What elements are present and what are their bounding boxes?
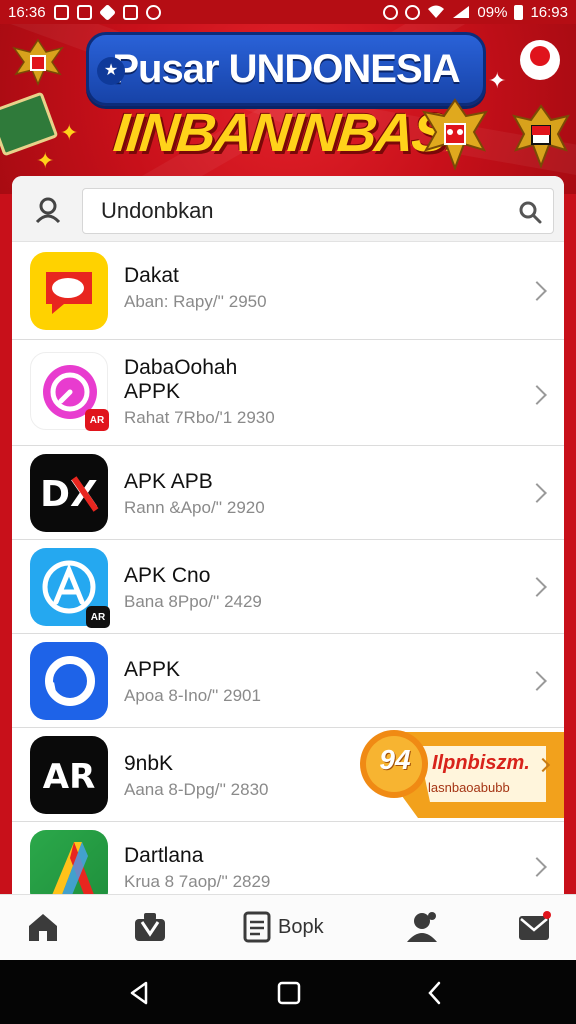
search-row: Undonbkan (12, 176, 564, 242)
app-name: APK Cno (124, 564, 211, 587)
app-meta: Aana 8-Dpg/'' 2830 (124, 780, 269, 799)
calendar-notification-icon (76, 4, 92, 20)
nav-profile[interactable] (404, 907, 440, 947)
promo-sub: lasnbaoabubb (428, 780, 510, 795)
ar-badge-icon: AR (86, 606, 110, 628)
ar-icon: AR (30, 736, 108, 814)
home-square-icon[interactable] (276, 980, 302, 1006)
banner-title-pill: ★ Pusar UNDONESIA (86, 32, 486, 106)
garuda-emblem-icon (421, 98, 489, 171)
app-meta: Rann &Apo/'' 2920 (124, 498, 265, 517)
message-notification-icon (122, 4, 138, 20)
home-icon (29, 914, 57, 941)
chat-bubble-icon (30, 252, 108, 330)
ring-icon (30, 642, 108, 720)
gallery-notification-icon (53, 4, 69, 20)
svg-text:DX: DX (40, 474, 98, 515)
bottom-navigation: Bopk (0, 894, 576, 960)
app-name: Dakat (124, 264, 179, 287)
status-time-right: 16:93 (530, 3, 568, 21)
chevron-left-icon[interactable] (422, 980, 448, 1006)
timer-icon: AR (30, 352, 109, 431)
banner-title: Pusar UNDONESIA (112, 46, 460, 91)
app-name: Dartlana (124, 844, 204, 867)
app-store-icon: AR (30, 548, 110, 628)
list-item[interactable]: AR DabaOohah APPK Rahat 7Rbo/'1 2930 (12, 340, 564, 446)
list-item[interactable]: DX APK APB Rann &Apo/'' 2920 (12, 446, 564, 540)
chevron-right-icon (527, 385, 547, 405)
chevron-right-icon (527, 671, 547, 691)
app-list-card: Undonbkan Dakat Aban: Rapy/'' 2950 AR Da… (12, 176, 564, 960)
garuda-emblem-icon (12, 38, 64, 86)
search-input-value: Undonbkan (101, 198, 214, 223)
promo-ribbon[interactable]: 94 Ilpnbiszm. lasnbaoabubb (358, 726, 564, 818)
app-meta: Aban: Rapy/'' 2950 (124, 292, 267, 311)
signal-icon (453, 6, 470, 18)
app-meta: Krua 8 7aop/'' 2829 (124, 872, 271, 891)
store-icon (135, 913, 165, 941)
chevron-right-icon (527, 577, 547, 597)
star-icon: ★ (97, 57, 125, 85)
chevron-right-icon (527, 483, 547, 503)
app-name: APPK (124, 658, 181, 681)
app-notification-icon (145, 4, 161, 20)
svg-text:AR: AR (43, 757, 96, 797)
promo-badge: 94 (379, 744, 411, 775)
vibrate-icon (405, 4, 421, 20)
search-input[interactable]: Undonbkan (82, 188, 554, 234)
wifi-icon (428, 5, 445, 18)
app-meta: Apoa 8-Ino/'' 2901 (124, 686, 261, 705)
garuda-emblem-icon (512, 104, 570, 169)
flag-ball-icon (520, 40, 560, 80)
sparkle-icon: ✦ (488, 68, 507, 93)
nav-home[interactable] (26, 907, 60, 947)
dx-icon: DX (30, 454, 108, 532)
system-navigation-bar (0, 960, 576, 1024)
account-button[interactable] (24, 188, 72, 232)
nav-book-label: Bopk (278, 915, 324, 938)
app-meta: Rahat 7Rbo/'1 2930 (124, 408, 275, 427)
list-item[interactable]: APPK Apoa 8-Ino/'' 2901 (12, 634, 564, 728)
chevron-right-icon (527, 281, 547, 301)
user-icon (35, 197, 61, 224)
promo-headline: Ilpnbiszm. (432, 752, 530, 774)
nav-book[interactable]: Bopk (242, 907, 324, 947)
list-item[interactable]: Dakat Aban: Rapy/'' 2950 (12, 242, 564, 340)
nav-messages[interactable] (516, 907, 552, 947)
status-bar: 16:36 09% 16:93 (0, 0, 576, 24)
battery-icon (514, 4, 524, 20)
search-icon[interactable] (517, 199, 543, 225)
list-item[interactable]: Dartlana Krua 8 7aop/'' 2829 (12, 822, 564, 908)
profile-icon (407, 912, 437, 942)
status-time-left: 16:36 (8, 3, 46, 21)
back-triangle-icon[interactable] (126, 980, 152, 1006)
app-name: 9nbK (124, 752, 174, 775)
book-icon (243, 911, 271, 943)
alarm-icon (383, 4, 399, 20)
battery-percent: 09% (477, 3, 508, 21)
list-item[interactable]: AR APK Cno Bana 8Ppo/'' 2429 (12, 540, 564, 634)
ar-badge-icon: AR (85, 409, 109, 431)
app-name: DabaOohah APPK (124, 356, 238, 403)
nav-store[interactable] (132, 907, 168, 947)
hero-banner: ★ Pusar UNDONESIA ✦ ✦ ✦ IINBANINBAS! (0, 24, 576, 194)
chevron-right-icon (527, 857, 547, 877)
diamond-notification-icon (98, 3, 116, 21)
app-meta: Bana 8Ppo/'' 2429 (124, 592, 262, 611)
app-name: APK APB (124, 470, 213, 493)
mail-icon (519, 911, 551, 940)
